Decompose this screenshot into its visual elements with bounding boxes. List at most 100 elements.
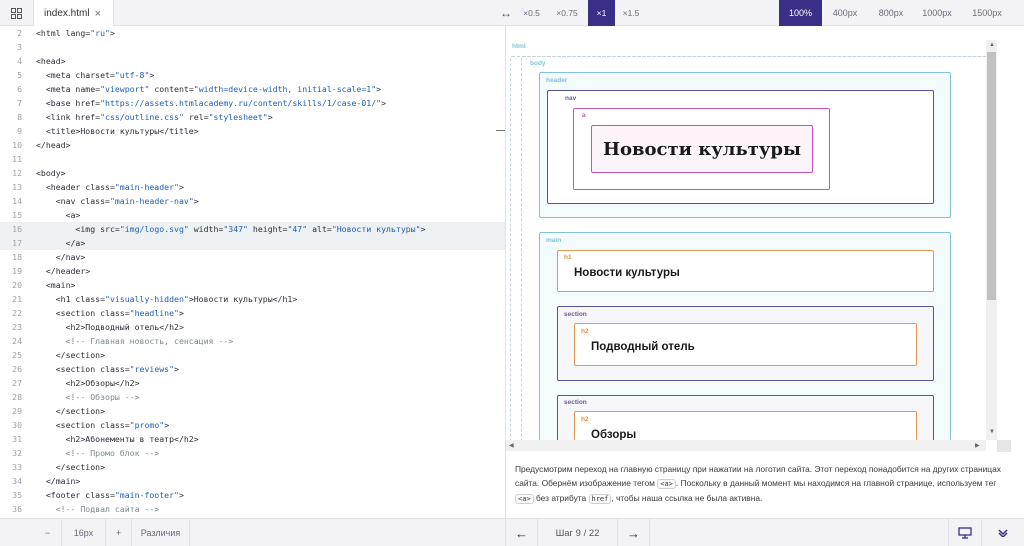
code-text[interactable]: <header class="main-header"> <box>36 180 184 194</box>
code-text[interactable]: </section> <box>36 404 105 418</box>
code-line[interactable]: 2 <html lang="ru"> <box>0 26 505 40</box>
code-line[interactable]: 26 <section class="reviews"> <box>0 362 505 376</box>
code-line[interactable]: 7 <base href="https://assets.htmlacademy… <box>0 96 505 110</box>
font-decrease-button[interactable]: − <box>34 519 62 546</box>
code-line[interactable]: 11 <box>0 152 505 166</box>
code-text[interactable]: <section class="promo"> <box>36 418 169 432</box>
code-line[interactable]: 35 <footer class="main-footer"> <box>0 488 505 502</box>
code-line[interactable]: 4 <head> <box>0 54 505 68</box>
prev-step-button[interactable]: ← <box>506 519 538 546</box>
code-text[interactable]: <section class="headline"> <box>36 306 184 320</box>
code-text[interactable]: <title>Новости культуры</title> <box>36 124 199 138</box>
width-800-button[interactable]: 800px <box>869 0 913 26</box>
code-line[interactable]: 18 </nav> <box>0 250 505 264</box>
code-line[interactable]: 5 <meta charset="utf-8"> <box>0 68 505 82</box>
preview-scroll-thumb[interactable] <box>987 52 996 300</box>
code-line[interactable]: 31 <h2>Абонементы в театр</h2> <box>0 432 505 446</box>
code-line[interactable]: 32 <!-- Промо блок --> <box>0 446 505 460</box>
code-text[interactable]: </header> <box>36 264 90 278</box>
resize-horizontal-icon[interactable]: ↔ <box>493 0 519 26</box>
scale-0-75-button[interactable]: ×0.75 <box>551 0 583 26</box>
code-line[interactable]: 17 </a> <box>0 236 505 250</box>
code-line[interactable]: 10 </head> <box>0 138 505 152</box>
width-400-button[interactable]: 400px <box>824 0 866 26</box>
width-1500-button[interactable]: 1500px <box>963 0 1011 26</box>
code-line[interactable]: 34 </main> <box>0 474 505 488</box>
code-line[interactable]: 15 <a> <box>0 208 505 222</box>
code-line[interactable]: 16 <img src="img/logo.svg" width="347" h… <box>0 222 505 236</box>
code-text[interactable]: <section class="reviews"> <box>36 362 179 376</box>
code-line[interactable]: 28 <!-- Обзоры --> <box>0 390 505 404</box>
diff-button[interactable]: Различия <box>132 519 190 546</box>
code-text[interactable]: <h1 class="visually-hidden">Новости куль… <box>36 292 298 306</box>
scroll-up-icon[interactable]: ▲ <box>989 42 995 48</box>
code-text[interactable]: <head> <box>36 54 66 68</box>
code-line[interactable]: 13 <header class="main-header"> <box>0 180 505 194</box>
code-line[interactable]: 3 <box>0 40 505 54</box>
code-line[interactable]: 23 <h2>Подводный отель</h2> <box>0 320 505 334</box>
code-text[interactable]: <!-- Промо блок --> <box>36 446 160 460</box>
scroll-left-icon[interactable]: ◀ <box>509 442 514 449</box>
tab-index-html[interactable]: index.html × <box>34 0 114 27</box>
code-text[interactable]: <main> <box>36 278 76 292</box>
code-text[interactable]: <meta charset="utf-8"> <box>36 68 154 82</box>
code-text[interactable]: <h2>Абонементы в театр</h2> <box>36 432 199 446</box>
code-line[interactable]: 9 <title>Новости культуры</title> <box>0 124 505 138</box>
code-text[interactable]: <meta name="viewport" content="width=dev… <box>36 82 381 96</box>
code-text[interactable]: <img src="img/logo.svg" width="347" heig… <box>36 222 425 236</box>
code-line[interactable]: 21 <h1 class="visually-hidden">Новости к… <box>0 292 505 306</box>
code-line[interactable]: 30 <section class="promo"> <box>0 418 505 432</box>
code-text[interactable]: </nav> <box>36 250 86 264</box>
width-1000-button[interactable]: 1000px <box>915 0 959 26</box>
code-text[interactable]: <h2>Обзоры</h2> <box>36 376 140 390</box>
code-text[interactable]: <nav class="main-header-nav"> <box>36 194 199 208</box>
code-line[interactable]: 25 </section> <box>0 348 505 362</box>
code-text[interactable]: <footer class="main-footer"> <box>36 488 184 502</box>
code-text[interactable]: </section> <box>36 348 105 362</box>
line-number: 30 <box>12 420 22 430</box>
code-text[interactable]: <!-- Подвал сайта --> <box>36 502 160 516</box>
code-text[interactable]: </a> <box>36 236 86 250</box>
code-line[interactable]: 14 <nav class="main-header-nav"> <box>0 194 505 208</box>
code-line[interactable]: 8 <link href="css/outline.css" rel="styl… <box>0 110 505 124</box>
code-text[interactable]: </head> <box>36 138 71 152</box>
code-text[interactable]: <base href="https://assets.htmlacademy.r… <box>36 96 386 110</box>
file-tree-button[interactable] <box>0 0 34 26</box>
code-text[interactable]: <h2>Подводный отель</h2> <box>36 320 184 334</box>
code-line[interactable]: 19 </header> <box>0 264 505 278</box>
code-text[interactable]: <!-- Главная новость, сенсация --> <box>36 334 234 348</box>
line-number: 10 <box>12 140 22 150</box>
scale-1-button[interactable]: ×1 <box>588 0 615 26</box>
code-line[interactable]: 24 <!-- Главная новость, сенсация --> <box>0 334 505 348</box>
scale-1-5-button[interactable]: ×1.5 <box>617 0 645 26</box>
code-text[interactable]: </main> <box>36 474 81 488</box>
line-number: 20 <box>12 280 22 290</box>
code-line[interactable]: 33 </section> <box>0 460 505 474</box>
code-line[interactable]: 22 <section class="headline"> <box>0 306 505 320</box>
collapse-button[interactable] <box>982 519 1024 546</box>
code-text[interactable]: <!-- Обзоры --> <box>36 390 140 404</box>
code-line[interactable]: 27 <h2>Обзоры</h2> <box>0 376 505 390</box>
scroll-right-icon[interactable]: ▶ <box>975 442 980 449</box>
font-increase-button[interactable]: + <box>106 519 132 546</box>
scroll-down-icon[interactable]: ▼ <box>989 429 995 435</box>
code-text[interactable]: </section> <box>36 460 105 474</box>
code-line[interactable]: 20 <main> <box>0 278 505 292</box>
code-line[interactable]: 29 </section> <box>0 404 505 418</box>
fullscreen-button[interactable] <box>948 519 982 546</box>
code-line[interactable]: 36 <!-- Подвал сайта --> <box>0 502 505 516</box>
code-text[interactable]: <a> <box>36 208 81 222</box>
code-text[interactable]: <html lang="ru"> <box>36 26 115 40</box>
code-text[interactable]: <body> <box>36 166 66 180</box>
code-line[interactable]: 12 <body> <box>0 166 505 180</box>
preview-horizontal-scrollbar[interactable] <box>506 440 986 451</box>
code-text[interactable]: <link href="css/outline.css" rel="styles… <box>36 110 273 124</box>
scale-0-5-button[interactable]: ×0.5 <box>519 0 544 26</box>
code-editor[interactable]: 2 <html lang="ru"> 3 4 <head> 5 <meta charset… <box>0 26 505 518</box>
splitter-handle[interactable] <box>496 130 505 131</box>
close-icon[interactable]: × <box>95 8 101 20</box>
next-step-button[interactable]: → <box>618 519 650 546</box>
code-line[interactable]: 6 <meta name="viewport" content="width=d… <box>0 82 505 96</box>
width-100-button[interactable]: 100% <box>779 0 822 26</box>
inline-code: href <box>588 494 612 504</box>
